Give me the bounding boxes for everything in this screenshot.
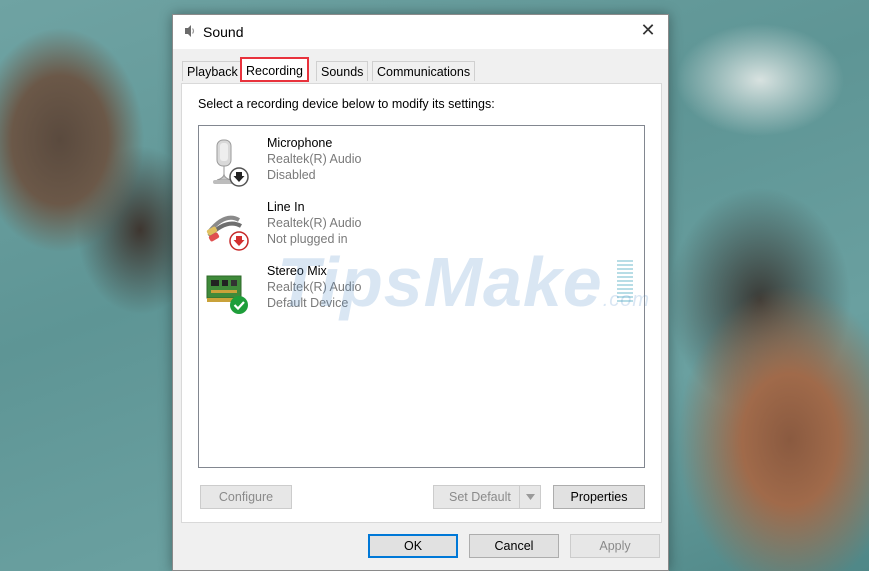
watermark: TipsMake.com [277,242,650,322]
window-title: Sound [203,24,244,40]
ok-button[interactable]: OK [368,534,458,558]
chevron-down-icon [525,494,535,500]
close-button[interactable]: ✕ [628,15,668,45]
tab-playback[interactable]: Playback [182,61,243,81]
tab-recording[interactable]: Recording [240,57,309,82]
red-down-arrow-icon [229,231,249,251]
sound-dialog: Sound ✕ Playback Recording Sounds Commun… [172,14,669,571]
device-name: Line In [267,200,305,214]
properties-button[interactable]: Properties [553,485,645,509]
device-driver: Realtek(R) Audio [267,216,362,230]
line-in-cable-icon [206,215,249,251]
close-icon: ✕ [640,19,656,40]
speaker-icon [185,25,195,37]
watermark-main: TipsMake [277,243,603,321]
device-item-microphone[interactable]: Microphone Realtek(R) Audio Disabled [199,132,644,192]
instruction-text: Select a recording device below to modif… [198,97,495,111]
down-arrow-icon [229,167,249,187]
set-default-dropdown[interactable] [519,486,540,508]
configure-button[interactable]: Configure [200,485,292,509]
apply-button[interactable]: Apply [570,534,660,558]
cancel-button[interactable]: Cancel [469,534,559,558]
green-check-icon [230,296,248,314]
device-driver: Realtek(R) Audio [267,152,362,166]
tab-communications[interactable]: Communications [372,61,476,81]
device-status: Disabled [267,168,316,182]
set-default-label: Set Default [449,490,511,504]
title-bar[interactable]: Sound ✕ [173,15,668,49]
sound-card-icon [206,275,248,314]
watermark-suffix: .com [602,289,651,311]
set-default-button[interactable]: Set Default [433,485,541,509]
tab-sounds[interactable]: Sounds [316,61,369,81]
microphone-icon [213,139,249,187]
recording-panel: Select a recording device below to modif… [181,83,662,523]
device-name: Microphone [267,136,333,150]
device-list[interactable]: Microphone Realtek(R) Audio Disabled Lin… [198,125,649,468]
